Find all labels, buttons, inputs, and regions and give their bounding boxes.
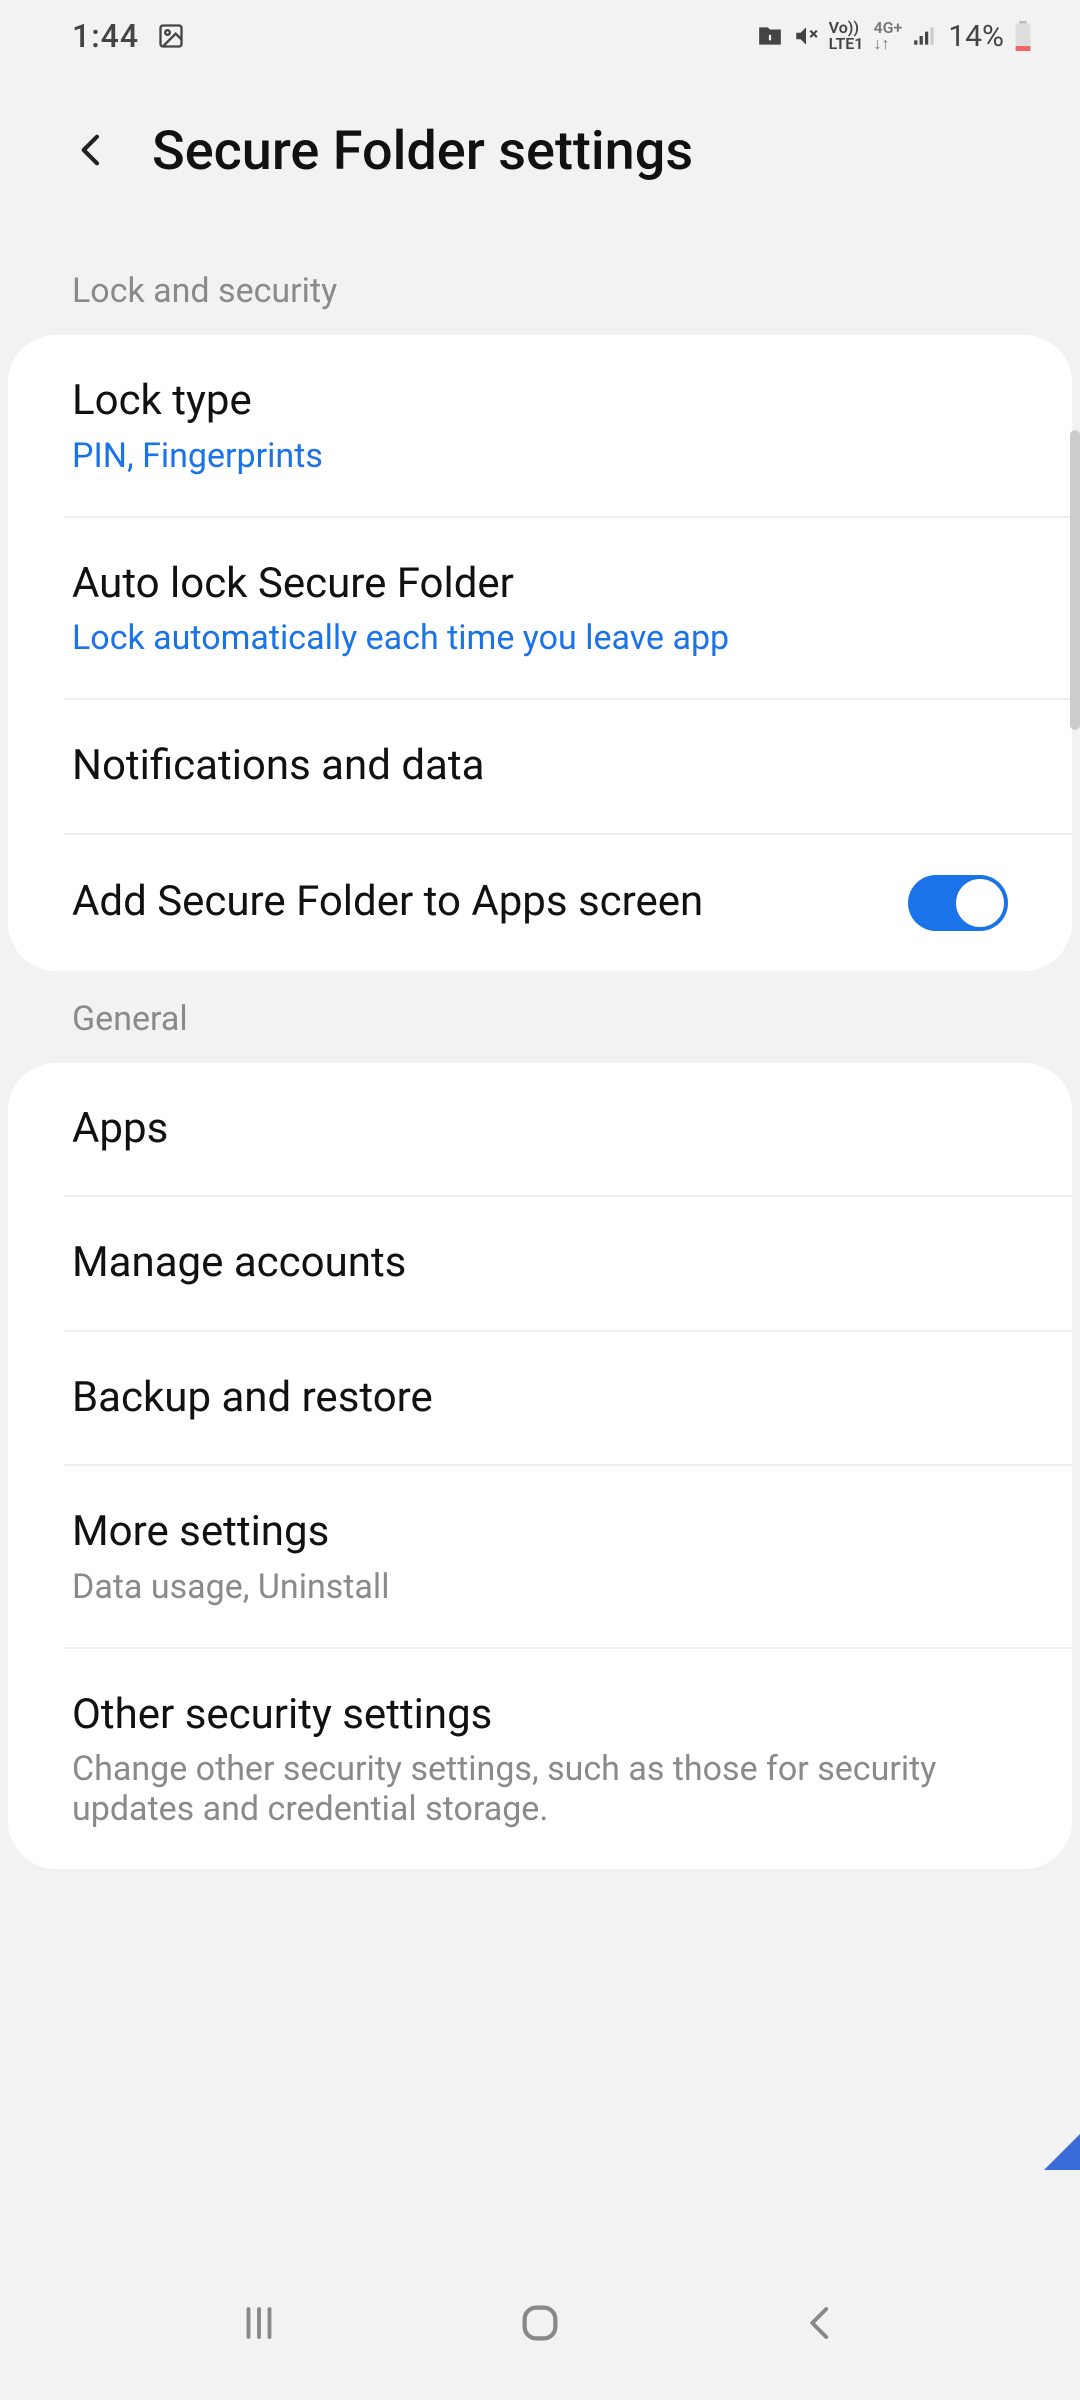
- back-icon[interactable]: [72, 126, 112, 178]
- row-subtitle: Data usage, Uninstall: [72, 1567, 1008, 1607]
- battery-icon: [1014, 21, 1032, 51]
- row-title: Auto lock Secure Folder: [72, 558, 1008, 611]
- network-4g-icon: 4G+↓↑: [873, 20, 902, 52]
- corner-badge-icon: [1044, 2134, 1080, 2170]
- picture-icon: [157, 22, 185, 50]
- row-subtitle: Lock automatically each time you leave a…: [72, 618, 1008, 658]
- status-left: 1:44: [72, 17, 185, 55]
- row-apps[interactable]: Apps: [8, 1063, 1072, 1196]
- card-lock-security: Lock type PIN, Fingerprints Auto lock Se…: [8, 335, 1072, 971]
- status-right: Vo))LTE1 4G+↓↑ 14%: [757, 19, 1032, 54]
- signal-icon: [912, 23, 938, 49]
- system-nav-bar: [0, 2250, 1080, 2400]
- row-add-to-apps-screen[interactable]: Add Secure Folder to Apps screen: [64, 833, 1072, 971]
- row-title: Backup and restore: [72, 1372, 1008, 1425]
- row-title: Lock type: [72, 375, 1008, 428]
- row-auto-lock[interactable]: Auto lock Secure Folder Lock automatical…: [64, 516, 1072, 699]
- row-subtitle: Change other security settings, such as …: [72, 1749, 1008, 1829]
- mute-vibrate-icon: [793, 23, 819, 49]
- row-title: More settings: [72, 1506, 1008, 1559]
- nav-recents-button[interactable]: [238, 2302, 280, 2348]
- row-title: Add Secure Folder to Apps screen: [72, 876, 703, 929]
- row-subtitle: PIN, Fingerprints: [72, 436, 1008, 476]
- row-more-settings[interactable]: More settings Data usage, Uninstall: [64, 1464, 1072, 1647]
- status-bar: 1:44 Vo))LTE1 4G+↓↑ 14%: [0, 0, 1080, 72]
- toggle-add-to-apps-screen[interactable]: [908, 875, 1008, 931]
- row-title: Manage accounts: [72, 1237, 1008, 1290]
- row-title: Notifications and data: [72, 740, 1008, 793]
- nav-home-button[interactable]: [517, 2300, 563, 2350]
- row-title: Other security settings: [72, 1689, 1008, 1742]
- volte-icon: Vo))LTE1: [829, 20, 864, 52]
- status-time: 1:44: [72, 17, 139, 55]
- section-label-lock-security: Lock and security: [0, 243, 1080, 335]
- row-backup-restore[interactable]: Backup and restore: [64, 1330, 1072, 1465]
- row-notifications-data[interactable]: Notifications and data: [64, 698, 1072, 833]
- scrollbar[interactable]: [1070, 430, 1080, 730]
- page-title: Secure Folder settings: [152, 120, 693, 183]
- nav-back-button[interactable]: [800, 2302, 842, 2348]
- app-bar: Secure Folder settings: [0, 72, 1080, 243]
- row-lock-type[interactable]: Lock type PIN, Fingerprints: [8, 335, 1072, 516]
- row-other-security-settings[interactable]: Other security settings Change other sec…: [64, 1647, 1072, 1870]
- secure-folder-status-icon: [757, 23, 783, 49]
- section-label-general: General: [0, 971, 1080, 1063]
- row-manage-accounts[interactable]: Manage accounts: [64, 1195, 1072, 1330]
- card-general: Apps Manage accounts Backup and restore …: [8, 1063, 1072, 1870]
- row-title: Apps: [72, 1103, 1008, 1156]
- battery-percent: 14%: [948, 19, 1004, 54]
